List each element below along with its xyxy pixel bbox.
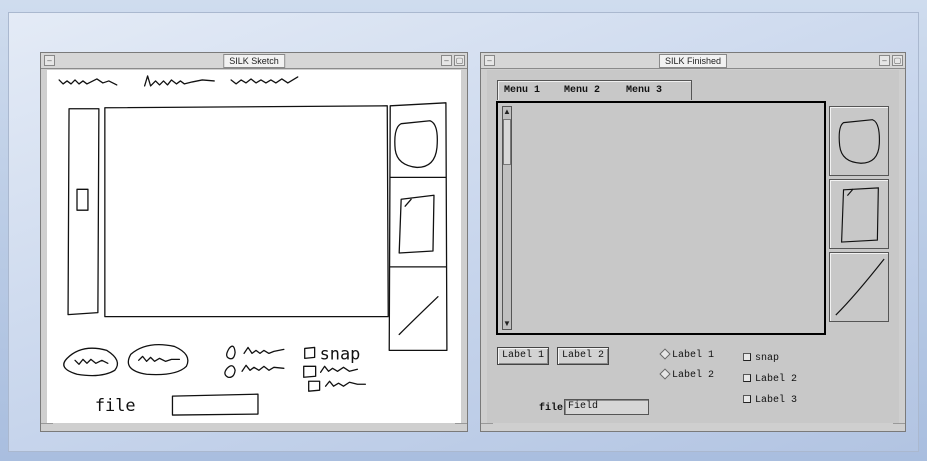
file-label: file — [539, 403, 564, 414]
sketch-check-2 — [303, 365, 317, 378]
sketch-snap-label: snap — [320, 343, 361, 363]
sketch-radio-squiggle-2 — [241, 364, 285, 372]
sketch-minimize-icon[interactable]: – — [44, 55, 55, 66]
ellipse-tool-icon — [838, 119, 880, 164]
finished-body: Menu 1 Menu 2 Menu 3 ▲ ▼ Label 1 Label 2… — [487, 70, 899, 423]
ellipse-tool-button[interactable] — [829, 106, 889, 176]
radio-diamond-icon — [659, 368, 671, 380]
sketch-resize-grip-right[interactable] — [455, 423, 467, 431]
scroll-up-arrow-icon[interactable]: ▲ — [503, 107, 511, 117]
label-2-button[interactable]: Label 2 — [557, 347, 610, 365]
checkbox-label-2[interactable]: Label 2 — [743, 374, 797, 385]
checkbox-label-2-text: Label 2 — [755, 374, 798, 385]
sketch-rect-tool-inner — [404, 198, 412, 207]
finished-window-title: SILK Finished — [658, 54, 728, 68]
sketch-canvas-rect — [104, 105, 389, 318]
sketch-button-squiggle-2 — [138, 355, 181, 362]
finished-resize-grip-left[interactable] — [481, 423, 493, 431]
sketch-titlebar[interactable]: – SILK Sketch – ▢ — [41, 53, 467, 69]
label-1-button[interactable]: Label 1 — [497, 347, 550, 365]
sketch-scroll-thumb — [76, 188, 89, 211]
sketch-line-tool-icon — [398, 296, 439, 336]
sketch-button-squiggle-1 — [74, 358, 109, 365]
sketch-maximize-icon[interactable]: ▢ — [454, 55, 465, 66]
sketch-window-title: SILK Sketch — [223, 54, 285, 68]
file-field[interactable]: Field — [564, 399, 649, 415]
radio-label-2[interactable]: Label 2 — [659, 368, 715, 381]
sketch-radio-2 — [224, 365, 236, 379]
vertical-scrollbar[interactable]: ▲ ▼ — [502, 106, 512, 330]
sketch-button-blob-1 — [63, 347, 119, 377]
checkbox-box — [743, 374, 751, 382]
drawing-panel[interactable]: ▲ ▼ — [496, 101, 826, 335]
rect-tool-icon — [840, 187, 879, 243]
checkbox-snap[interactable]: snap — [743, 353, 779, 364]
scroll-down-arrow-icon[interactable]: ▼ — [503, 319, 511, 329]
menu-3[interactable]: Menu 3 — [626, 85, 662, 96]
sketch-drawing: snap file — [58, 75, 448, 416]
radio-label-2-text: Label 2 — [672, 370, 715, 381]
radio-label-1[interactable]: Label 1 — [659, 348, 715, 361]
menu-1[interactable]: Menu 1 — [504, 85, 540, 96]
sketch-menu-squiggle-3 — [230, 76, 299, 85]
sketch-check-1 — [304, 346, 316, 360]
sketch-tool-column — [388, 102, 448, 352]
sketch-ellipse-tool-icon — [394, 120, 438, 169]
sketch-radio-1 — [226, 345, 236, 360]
silk-sketch-window: – SILK Sketch – ▢ snap file — [40, 52, 468, 432]
menu-2[interactable]: Menu 2 — [564, 85, 600, 96]
sketch-text-field — [171, 393, 259, 416]
line-tool-icon — [835, 258, 885, 316]
sketch-resize-grip-left[interactable] — [41, 423, 53, 431]
radio-label-1-text: Label 1 — [672, 350, 715, 361]
sketch-canvas[interactable]: snap file — [47, 70, 461, 423]
finished-maximize-icon[interactable]: ▢ — [892, 55, 903, 66]
sketch-file-label: file — [95, 395, 136, 415]
rect-tool-button[interactable] — [829, 179, 889, 249]
sketch-radio-squiggle-1 — [243, 346, 285, 355]
menu-bar: Menu 1 Menu 2 Menu 3 — [497, 80, 692, 100]
checkbox-snap-text: snap — [755, 353, 780, 364]
silk-finished-window: – SILK Finished – ▢ Menu 1 Menu 2 Menu 3… — [480, 52, 906, 432]
sketch-check-2-squiggle — [319, 365, 359, 373]
line-tool-button[interactable] — [829, 252, 889, 322]
sketch-menu-squiggle-2 — [143, 75, 215, 87]
finished-restore-icon[interactable]: – — [879, 55, 890, 66]
sketch-menu-squiggle-1 — [58, 78, 118, 86]
sketch-restore-icon[interactable]: – — [441, 55, 452, 66]
scroll-thumb[interactable] — [503, 119, 511, 165]
sketch-check-3 — [308, 380, 321, 392]
checkbox-box — [743, 395, 751, 403]
finished-resize-grip-right[interactable] — [893, 423, 905, 431]
checkbox-label-3-text: Label 3 — [755, 395, 798, 406]
finished-titlebar[interactable]: – SILK Finished – ▢ — [481, 53, 905, 69]
sketch-rect-tool-icon — [398, 194, 435, 254]
finished-minimize-icon[interactable]: – — [484, 55, 495, 66]
checkbox-box — [743, 353, 751, 361]
radio-diamond-icon — [659, 348, 671, 360]
sketch-check-3-squiggle — [324, 380, 367, 387]
sketch-scrollbar — [67, 108, 100, 316]
checkbox-label-3[interactable]: Label 3 — [743, 395, 797, 406]
